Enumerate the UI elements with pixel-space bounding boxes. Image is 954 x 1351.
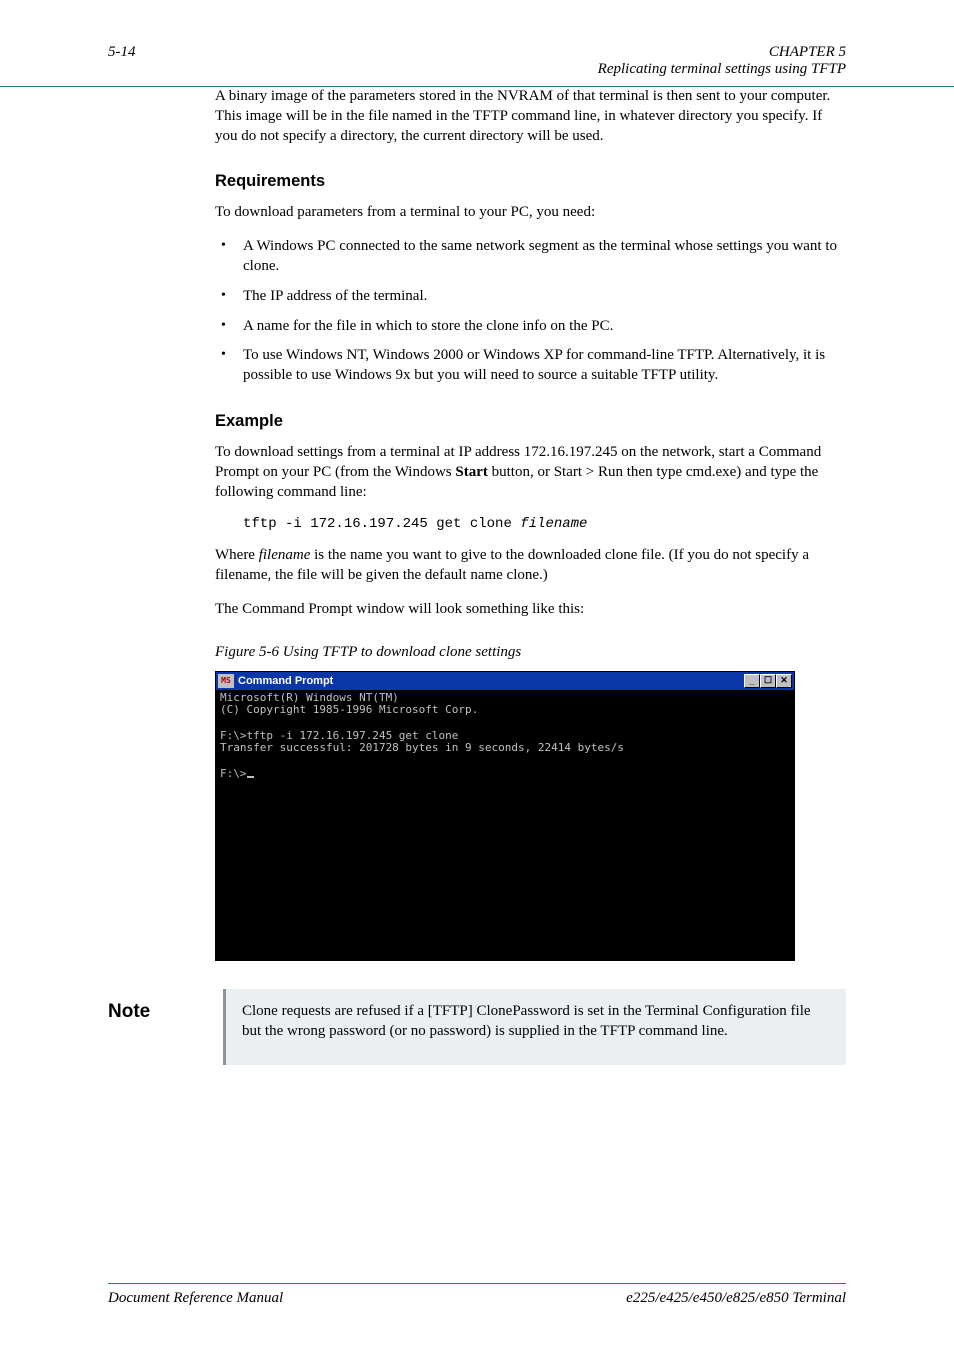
footer-left: Document Reference Manual: [108, 1290, 283, 1307]
page-number-top: 5-14: [108, 44, 136, 61]
msdos-icon: MS: [218, 674, 234, 688]
note-label: Note: [108, 989, 223, 1023]
cursor-icon: [247, 776, 254, 778]
list-item: A name for the file in which to store th…: [215, 317, 846, 337]
requirements-intro: To download parameters from a terminal t…: [215, 203, 846, 223]
requirements-list: A Windows PC connected to the same netwo…: [215, 237, 846, 386]
figure-caption: Figure 5-6 Using TFTP to download clone …: [215, 644, 846, 661]
subhead-example: Example: [215, 412, 846, 431]
chapter-number: CHAPTER 5: [598, 44, 846, 61]
terminal-line: (C) Copyright 1985-1996 Microsoft Corp.: [220, 703, 478, 716]
note-text: Clone requests are refused if a [TFTP] C…: [223, 989, 846, 1066]
intro-paragraph: A binary image of the parameters stored …: [215, 87, 846, 146]
window-title: Command Prompt: [238, 675, 740, 687]
list-item: The IP address of the terminal.: [215, 287, 846, 307]
maximize-button[interactable]: ☐: [760, 674, 776, 688]
list-item: To use Windows NT, Windows 2000 or Windo…: [215, 346, 846, 386]
page-footer: Document Reference Manual e225/e425/e450…: [108, 1283, 846, 1307]
command-prompt-window: MS Command Prompt _ ☐ ✕ Microsoft(R) Win…: [215, 671, 795, 961]
minimize-button[interactable]: _: [744, 674, 760, 688]
close-button[interactable]: ✕: [776, 674, 792, 688]
window-buttons: _ ☐ ✕: [744, 674, 792, 688]
note-block: Note Clone requests are refused if a [TF…: [108, 989, 846, 1066]
terminal-line: Transfer successful: 201728 bytes in 9 s…: [220, 741, 624, 754]
footer-right: e225/e425/e450/e825/e850 Terminal: [626, 1290, 846, 1307]
example-command: tftp -i 172.16.197.245 get clone filenam…: [243, 516, 846, 532]
page-header: 5-14 CHAPTER 5 Replicating terminal sett…: [0, 0, 954, 87]
terminal-line: F:\>tftp -i 172.16.197.245 get clone: [220, 729, 458, 742]
text-run: Where: [215, 547, 259, 563]
cmd-text: tftp -i 172.16.197.245 get clone: [243, 516, 520, 532]
example-paragraph-2: Where filename is the name you want to g…: [215, 546, 846, 586]
example-paragraph-3: The Command Prompt window will look some…: [215, 600, 846, 620]
terminal-line: Microsoft(R) Windows NT(TM): [220, 691, 399, 704]
subhead-requirements: Requirements: [215, 172, 846, 191]
varname: filename: [259, 547, 311, 563]
terminal-prompt: F:\>: [220, 767, 247, 780]
cmd-variable: filename: [520, 516, 587, 532]
example-paragraph-1: To download settings from a terminal at …: [215, 443, 846, 502]
chapter-title: Replicating terminal settings using TFTP: [598, 61, 846, 78]
list-item: A Windows PC connected to the same netwo…: [215, 237, 846, 277]
chapter-header: CHAPTER 5 Replicating terminal settings …: [598, 44, 846, 78]
terminal-body[interactable]: Microsoft(R) Windows NT(TM) (C) Copyrigh…: [216, 690, 794, 960]
window-titlebar: MS Command Prompt _ ☐ ✕: [216, 672, 794, 690]
bold-start: Start: [455, 464, 488, 480]
